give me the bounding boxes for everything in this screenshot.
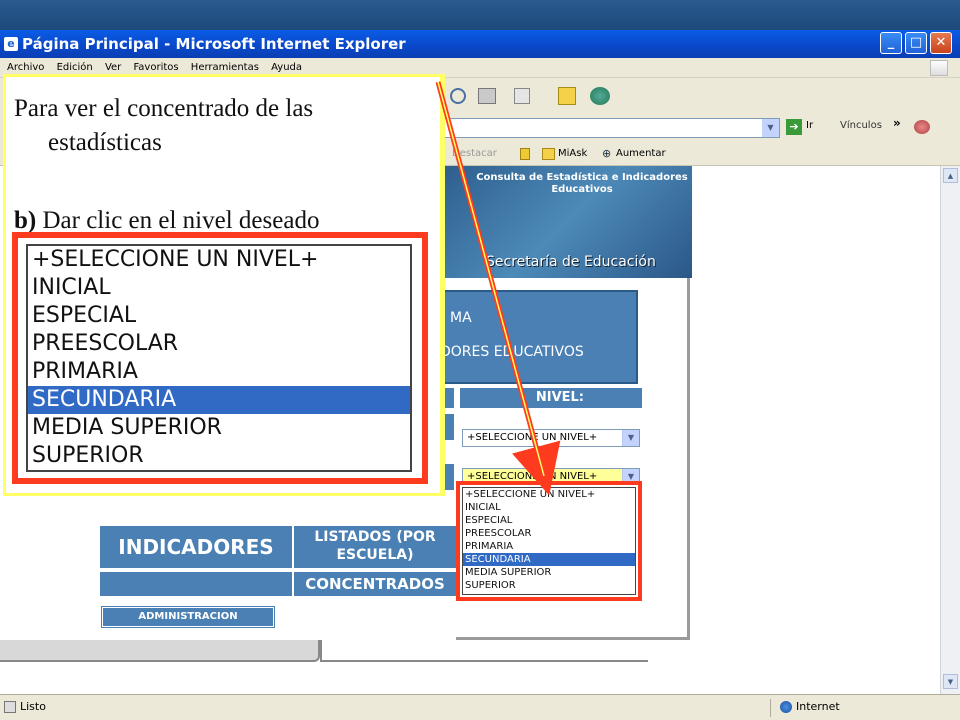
page-icon xyxy=(4,701,16,713)
zone-text: Internet xyxy=(796,700,840,713)
status-text: Listo xyxy=(20,700,46,713)
status-divider xyxy=(770,699,771,717)
arrow-overlay xyxy=(435,81,561,496)
status-bar: Listo Internet xyxy=(0,694,960,720)
globe-icon xyxy=(780,701,792,713)
pointer-arrow-inner xyxy=(437,81,545,477)
